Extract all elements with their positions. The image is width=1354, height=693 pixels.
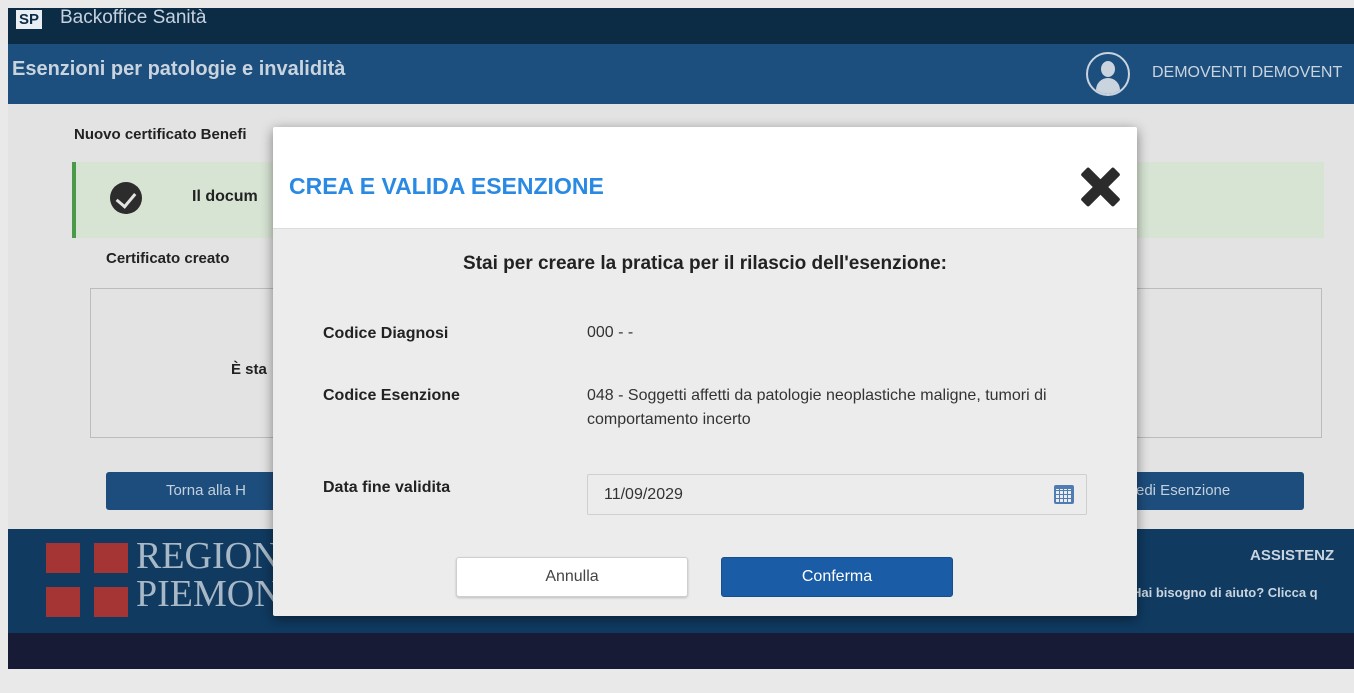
bottom-strip (8, 633, 1354, 669)
calendar-icon[interactable] (1054, 485, 1074, 504)
end-date-label: Data fine validita (323, 479, 451, 496)
exemption-code-value: 048 - Soggetti affetti da patologie neop… (587, 387, 1047, 428)
app-logo: SP (16, 10, 43, 29)
modal-subtitle: Stai per creare la pratica per il rilasc… (463, 253, 947, 274)
certificate-text: È sta (231, 361, 267, 378)
page-heading: Nuovo certificato Benefi (74, 126, 247, 143)
close-icon[interactable] (1079, 166, 1121, 208)
check-circle-icon (110, 182, 142, 214)
exemption-code-label: Codice Esenzione (323, 387, 460, 404)
assistance-link[interactable]: Hai bisogno di aiuto? Clicca q (1132, 585, 1318, 600)
flag-block (46, 587, 80, 617)
flag-block (94, 543, 128, 573)
avatar-body (1096, 78, 1120, 94)
confirm-button[interactable]: Conferma (721, 557, 953, 597)
certificate-label: Certificato creato (106, 250, 230, 267)
avatar-icon[interactable] (1086, 52, 1130, 96)
create-exemption-modal: CREA E VALIDA ESENZIONE Stai per creare … (273, 127, 1137, 616)
flag-block (94, 587, 128, 617)
end-date-input[interactable]: 11/09/2029 (587, 474, 1087, 515)
diagnosis-code-label: Codice Diagnosi (323, 325, 449, 342)
view-exemption-button[interactable]: edi Esenzione (1108, 472, 1304, 510)
flag-block (46, 543, 80, 573)
user-name[interactable]: DEMOVENTI DEMOVENT (1152, 64, 1342, 82)
section-title: Esenzioni per patologie e invalidità (12, 58, 346, 80)
page-header: Esenzioni per patologie e invalidità DEM… (8, 44, 1354, 104)
region-flag-logo (46, 543, 128, 617)
end-date-value: 11/09/2029 (604, 486, 683, 503)
modal-header: CREA E VALIDA ESENZIONE (273, 127, 1137, 229)
modal-title: CREA E VALIDA ESENZIONE (289, 173, 604, 199)
app-title: Backoffice Sanità (60, 7, 207, 28)
diagnosis-code-value: 000 - - (587, 324, 634, 341)
cancel-button[interactable]: Annulla (456, 557, 688, 597)
assistance-title: ASSISTENZ (1250, 547, 1335, 564)
avatar-head (1101, 61, 1115, 77)
top-bar: SP Backoffice Sanità (8, 7, 1354, 44)
alert-text: Il docum (192, 188, 258, 205)
